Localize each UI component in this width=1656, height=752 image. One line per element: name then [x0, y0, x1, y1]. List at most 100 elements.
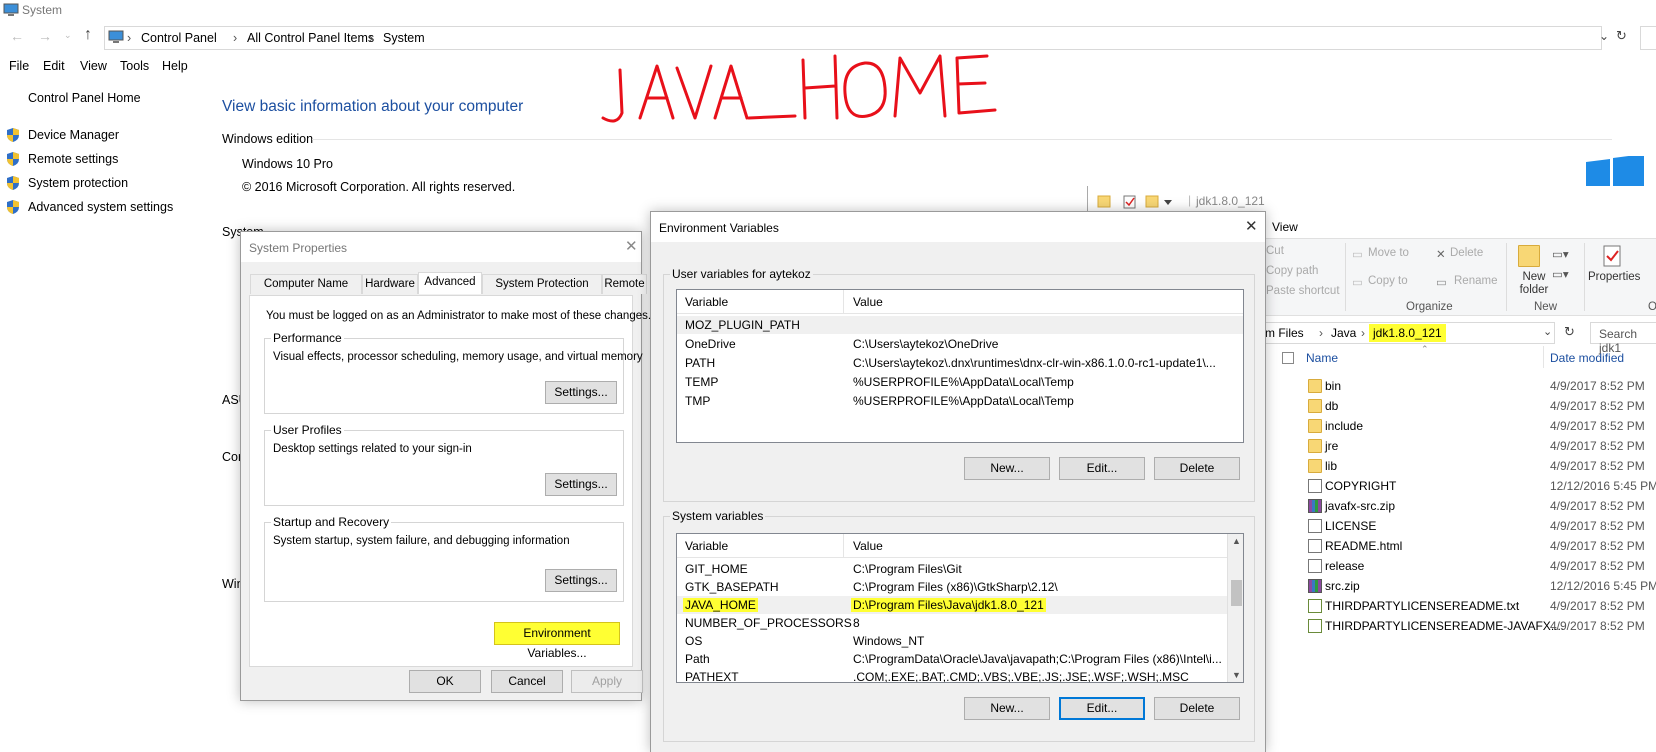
file-icon — [1308, 479, 1322, 493]
variable-name: GIT_HOME — [685, 562, 748, 576]
cancel-button[interactable]: Cancel — [491, 670, 563, 693]
scroll-up-icon[interactable]: ▲ — [1232, 536, 1241, 546]
scroll-thumb[interactable] — [1231, 580, 1242, 606]
menu-view[interactable]: View — [80, 59, 107, 73]
tab-hardware[interactable]: Hardware — [362, 274, 418, 294]
device-manager-link[interactable]: Device Manager — [28, 128, 119, 142]
environment-variables-button[interactable]: Environment Variables... — [494, 622, 620, 660]
back-arrow-icon[interactable]: ← — [10, 28, 24, 44]
new-folder-icon — [1518, 245, 1540, 267]
copy-to-icon: ▭ — [1352, 277, 1363, 289]
admin-note: You must be logged on as an Administrato… — [266, 310, 652, 322]
column-name[interactable]: Name — [1306, 351, 1338, 365]
user-variables-group: User variables for aytekoz Variable Valu… — [663, 267, 1255, 502]
group-description: Visual effects, processor scheduling, me… — [273, 351, 643, 363]
scroll-down-icon[interactable]: ▼ — [1232, 670, 1241, 680]
explorer-search-box[interactable]: Search jdk1 — [1590, 322, 1656, 355]
variable-name: NUMBER_OF_PROCESSORS — [685, 616, 852, 630]
performance-settings-button[interactable]: Settings... — [545, 381, 617, 404]
group-label: User Profiles — [271, 423, 344, 437]
breadcrumb-control-panel[interactable]: Control Panel — [141, 31, 217, 45]
ribbon-copy-to[interactable]: Copy to — [1368, 275, 1408, 287]
tab-remote[interactable]: Remote — [602, 274, 647, 294]
explorer-crumb[interactable]: m Files — [1265, 326, 1304, 340]
table-row[interactable]: JAVA_HOME D:\Program Files\Java\jdk1.8.0_… — [677, 596, 1227, 614]
close-icon[interactable]: ✕ — [625, 237, 638, 255]
ribbon-group-new: New — [1534, 301, 1558, 313]
user-edit-button[interactable]: Edit... — [1059, 457, 1145, 480]
ribbon-cut[interactable]: Cut — [1266, 245, 1284, 257]
ribbon-move-to[interactable]: Move to — [1368, 247, 1409, 259]
table-row[interactable]: PATH C:\Users\aytekoz\.dnx\runtimes\dnx-c… — [677, 354, 1243, 372]
control-panel-home-link[interactable]: Control Panel Home — [28, 91, 141, 105]
user-profiles-settings-button[interactable]: Settings... — [545, 473, 617, 496]
ribbon-rename[interactable]: Rename — [1454, 275, 1497, 287]
file-name: db — [1325, 399, 1339, 413]
select-all-checkbox[interactable] — [1282, 352, 1294, 364]
ribbon-new-folder[interactable]: New folder — [1516, 271, 1552, 297]
column-date-modified[interactable]: Date modified — [1550, 351, 1624, 365]
user-variables-list[interactable]: Variable Value MOZ_PLUGIN_PATH OneDrive C:… — [676, 289, 1244, 443]
new-item-icon[interactable]: ▭▾ — [1552, 247, 1569, 261]
breadcrumb-all-items[interactable]: All Control Panel Items — [247, 31, 374, 45]
table-row[interactable]: PATHEXT .COM;.EXE;.BAT;.CMD;.VBS;.VBE;.JS… — [677, 668, 1227, 683]
quick-access-toolbar — [1097, 195, 1172, 209]
explorer-refresh-icon[interactable]: ↻ — [1564, 324, 1575, 340]
close-icon[interactable]: ✕ — [1245, 217, 1258, 235]
tab-system-protection[interactable]: System Protection — [482, 274, 602, 294]
table-row[interactable]: GTK_BASEPATH C:\Program Files (x86)\GtkSh… — [677, 578, 1227, 596]
menu-file[interactable]: File — [9, 59, 29, 73]
variable-value: .COM;.EXE;.BAT;.CMD;.VBS;.VBE;.JS;.JSE;.… — [853, 670, 1189, 683]
system-delete-button[interactable]: Delete — [1154, 697, 1240, 720]
ribbon-properties[interactable]: Properties — [1588, 271, 1640, 283]
column-value[interactable]: Value — [853, 539, 883, 553]
explorer-crumb[interactable]: Java — [1331, 326, 1356, 340]
scrollbar[interactable]: ▲ ▼ — [1227, 534, 1243, 682]
user-delete-button[interactable]: Delete — [1154, 457, 1240, 480]
system-edit-button[interactable]: Edit... — [1059, 697, 1145, 720]
apply-button[interactable]: Apply — [571, 670, 643, 693]
easy-access-icon[interactable]: ▭▾ — [1552, 267, 1569, 281]
user-new-button[interactable]: New... — [964, 457, 1050, 480]
file-date: 4/9/2017 8:52 PM — [1550, 459, 1645, 473]
table-row[interactable]: Path C:\ProgramData\Oracle\Java\javapath;… — [677, 650, 1227, 668]
table-row[interactable]: TEMP %USERPROFILE%\AppData\Local\Temp — [677, 373, 1243, 391]
ribbon-tab-view[interactable]: View — [1272, 220, 1298, 234]
system-variables-list[interactable]: Variable Value GIT_HOME C:\Program Files\… — [676, 533, 1244, 683]
table-row[interactable]: OneDrive C:\Users\aytekoz\OneDrive — [677, 335, 1243, 353]
refresh-icon[interactable]: ↻ — [1616, 28, 1627, 44]
forward-arrow-icon[interactable]: → — [38, 28, 52, 44]
menu-help[interactable]: Help — [162, 59, 188, 73]
table-row[interactable]: NUMBER_OF_PROCESSORS 8 — [677, 614, 1227, 632]
startup-recovery-settings-button[interactable]: Settings... — [545, 569, 617, 592]
ribbon-copy-path[interactable]: Copy path — [1266, 265, 1318, 277]
text-file-icon — [1308, 619, 1322, 633]
menu-tools[interactable]: Tools — [120, 59, 149, 73]
system-protection-link[interactable]: System protection — [28, 176, 128, 190]
ribbon-paste-shortcut[interactable]: Paste shortcut — [1266, 285, 1340, 297]
table-row[interactable]: GIT_HOME C:\Program Files\Git — [677, 560, 1227, 578]
table-row[interactable]: MOZ_PLUGIN_PATH — [677, 316, 1243, 334]
explorer-address-dropdown-icon[interactable]: ⌄ — [1543, 325, 1552, 338]
address-dropdown-icon[interactable]: ⌄ — [1599, 29, 1609, 43]
advanced-system-settings-link[interactable]: Advanced system settings — [28, 200, 173, 214]
system-new-button[interactable]: New... — [964, 697, 1050, 720]
up-arrow-icon[interactable]: ↑ — [84, 26, 92, 44]
tab-advanced[interactable]: Advanced — [418, 272, 482, 294]
column-variable[interactable]: Variable — [685, 539, 728, 553]
remote-settings-link[interactable]: Remote settings — [28, 152, 118, 166]
explorer-crumb-current[interactable]: jdk1.8.0_121 — [1369, 324, 1446, 342]
ok-button[interactable]: OK — [409, 670, 481, 693]
column-variable[interactable]: Variable — [685, 295, 728, 309]
windows-edition-value: Windows 10 Pro — [242, 157, 334, 171]
recent-chevron-icon[interactable]: ⌄ — [64, 30, 72, 41]
table-row[interactable]: TMP %USERPROFILE%\AppData\Local\Temp — [677, 392, 1243, 410]
column-value[interactable]: Value — [853, 295, 883, 309]
menu-edit[interactable]: Edit — [43, 59, 65, 73]
table-row[interactable]: OS Windows_NT — [677, 632, 1227, 650]
tab-computer-name[interactable]: Computer Name — [250, 274, 362, 294]
ribbon-delete[interactable]: Delete — [1450, 247, 1483, 259]
search-box-partial[interactable] — [1640, 26, 1656, 50]
breadcrumb-system[interactable]: System — [383, 31, 425, 45]
environment-variables-dialog: Environment Variables ✕ User variables f… — [650, 211, 1266, 752]
